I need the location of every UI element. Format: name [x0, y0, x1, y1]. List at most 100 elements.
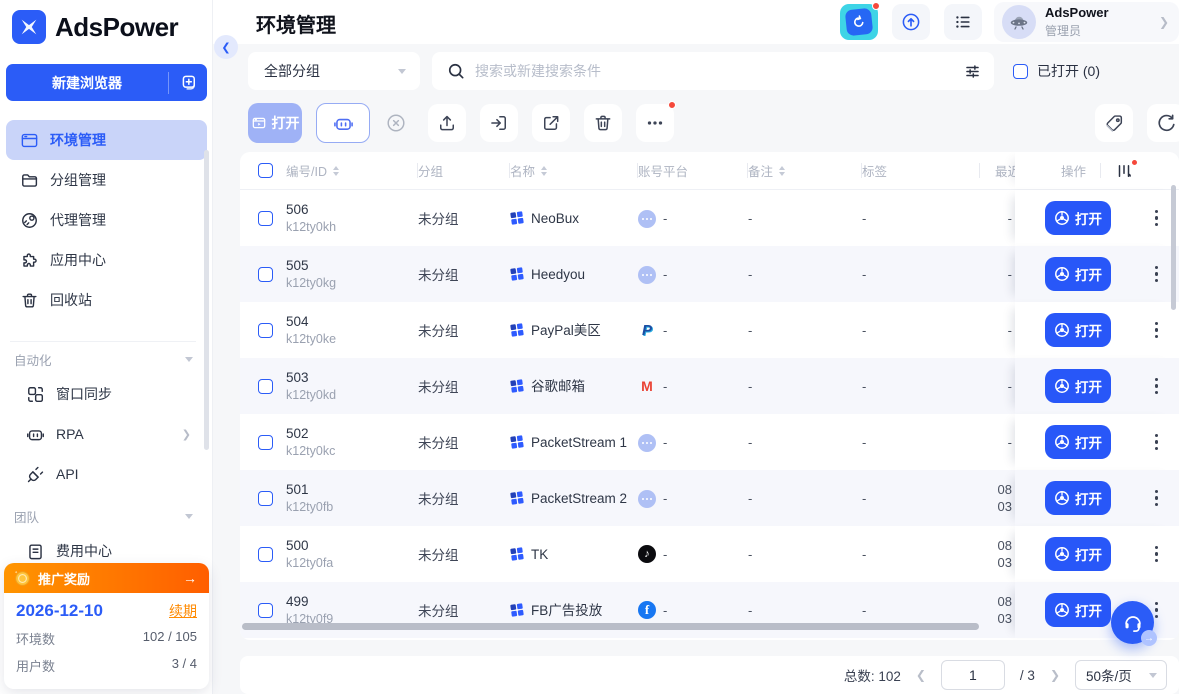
sidebar-item-label: 代理管理 — [50, 210, 106, 230]
cell-note: - — [748, 323, 862, 338]
facebook-icon: f — [638, 601, 656, 619]
row-checkbox[interactable] — [258, 547, 273, 562]
sidebar-item-groups[interactable]: 分组管理 — [6, 160, 207, 200]
sidebar-item-apps[interactable]: 应用中心 — [6, 240, 207, 280]
open-environment-button[interactable]: 打开 — [1045, 201, 1111, 235]
env-name: PacketStream 1 — [531, 434, 627, 451]
share-button[interactable] — [532, 104, 570, 142]
next-page-button[interactable]: ❯ — [1050, 668, 1060, 682]
plus-copy-icon[interactable] — [169, 73, 207, 93]
search-input[interactable] — [475, 63, 963, 79]
row-checkbox[interactable] — [258, 491, 273, 506]
sidebar-collapse-button[interactable]: ❮ — [214, 35, 238, 59]
task-list-button[interactable] — [944, 4, 982, 40]
select-all-checkbox[interactable] — [258, 163, 273, 178]
sort-icon[interactable] — [541, 166, 547, 176]
sync-button[interactable] — [892, 4, 930, 40]
sort-icon[interactable] — [779, 166, 785, 176]
env-number: 504 — [286, 314, 418, 329]
cell-group: 未分组 — [418, 432, 510, 452]
row-checkbox[interactable] — [258, 211, 273, 226]
table-row[interactable]: 501 k12ty0fb 未分组 PacketStream 2 - - - 08… — [240, 470, 1179, 526]
cell-action: 打开 — [1015, 190, 1179, 246]
sidebar-scrollbar[interactable] — [204, 150, 209, 450]
row-checkbox[interactable] — [258, 435, 273, 450]
open-environment-button[interactable]: 打开 — [1045, 537, 1111, 571]
sidebar-item-window-sync[interactable]: 窗口同步 — [6, 374, 207, 414]
opened-checkbox[interactable] — [1013, 64, 1028, 79]
page-input[interactable] — [941, 660, 1005, 690]
account-menu[interactable]: AdsPower 管理员 ❯ — [994, 2, 1179, 42]
table-row[interactable]: 506 k12ty0kh 未分组 NeoBux - - - - 打开 — [240, 190, 1179, 246]
upload-icon — [437, 113, 457, 133]
table-row[interactable]: 502 k12ty0kc 未分组 PacketStream 1 - - - - … — [240, 414, 1179, 470]
cell-tag: - — [862, 211, 980, 226]
row-checkbox[interactable] — [258, 379, 273, 394]
sidebar-item-proxies[interactable]: 代理管理 — [6, 200, 207, 240]
vertical-scrollbar[interactable] — [1171, 185, 1176, 310]
row-checkbox[interactable] — [258, 323, 273, 338]
quick-launch-button[interactable] — [840, 4, 878, 40]
open-environment-button[interactable]: 打开 — [1045, 313, 1111, 347]
section-label: 团队 — [14, 507, 39, 526]
table-row[interactable]: 500 k12ty0fa 未分组 TK ♪ - - - 08 03 打开 — [240, 526, 1179, 582]
export-upload-button[interactable] — [428, 104, 466, 142]
row-more-menu[interactable] — [1152, 207, 1162, 230]
filter-sliders-icon[interactable] — [963, 62, 982, 81]
refresh-button[interactable] — [1147, 104, 1179, 142]
page-size-value: 50条/页 — [1086, 665, 1132, 685]
delete-button[interactable] — [584, 104, 622, 142]
sidebar-item-api[interactable]: API — [6, 454, 207, 494]
prev-page-button[interactable]: ❮ — [916, 668, 926, 682]
horizontal-scrollbar[interactable] — [242, 623, 979, 630]
page-size-select[interactable]: 50条/页 — [1075, 660, 1167, 690]
open-environment-button[interactable]: 打开 — [1045, 257, 1111, 291]
table-row[interactable]: 503 k12ty0kd 未分组 谷歌邮箱 M - - - - 打开 — [240, 358, 1179, 414]
opened-label: 已打开 (0) — [1037, 61, 1100, 81]
trash-icon — [20, 291, 39, 310]
open-button-label: 打开 — [1075, 264, 1102, 284]
row-more-menu[interactable] — [1152, 319, 1162, 342]
open-environment-button[interactable]: 打开 — [1045, 425, 1111, 459]
sort-icon[interactable] — [333, 166, 339, 176]
row-checkbox[interactable] — [258, 603, 273, 618]
open-environment-button[interactable]: 打开 — [1045, 481, 1111, 515]
cell-name: NeoBux — [510, 210, 638, 227]
group-filter-select[interactable]: 全部分组 — [248, 52, 420, 90]
customer-support-button[interactable]: → — [1111, 601, 1154, 644]
search-icon — [446, 61, 466, 81]
close-all-button[interactable] — [377, 104, 415, 142]
new-browser-button[interactable]: 新建浏览器 — [6, 64, 207, 101]
column-settings-button[interactable] — [1115, 162, 1133, 180]
notification-dot — [872, 2, 880, 10]
row-more-menu[interactable] — [1152, 375, 1162, 398]
row-more-menu[interactable] — [1152, 263, 1162, 286]
import-button[interactable] — [480, 104, 518, 142]
column-header-id[interactable]: 编号/ID — [286, 163, 418, 178]
table-row[interactable]: 504 k12ty0ke 未分组 PayPal美区 P - - - - 打开 — [240, 302, 1179, 358]
row-checkbox[interactable] — [258, 267, 273, 282]
rpa-task-button[interactable] — [316, 103, 370, 143]
sidebar-item-environments[interactable]: 环境管理 — [6, 120, 207, 160]
sidebar-item-label: 回收站 — [50, 290, 92, 310]
coin-icon — [14, 570, 31, 587]
row-more-menu[interactable] — [1152, 487, 1162, 510]
row-more-menu[interactable] — [1152, 431, 1162, 454]
tags-button[interactable] — [1095, 104, 1133, 142]
open-environment-button[interactable]: 打开 — [1045, 369, 1111, 403]
column-header-name[interactable]: 名称 — [510, 163, 638, 178]
open-environment-button[interactable]: 打开 — [1045, 593, 1111, 627]
more-actions-button[interactable] — [636, 104, 674, 142]
env-number: 500 — [286, 538, 418, 553]
table-row[interactable]: 505 k12ty0kg 未分组 Heedyou - - - - 打开 — [240, 246, 1179, 302]
bulk-open-button[interactable]: 打开 — [248, 103, 302, 143]
sidebar-item-rpa[interactable]: RPA ❯ — [6, 414, 207, 454]
promo-banner[interactable]: 推广奖励 → — [4, 563, 209, 593]
column-header-note[interactable]: 备注 — [748, 163, 862, 178]
notification-dot — [668, 101, 676, 109]
section-team[interactable]: 团队 — [6, 507, 207, 525]
section-automation[interactable]: 自动化 — [6, 350, 207, 368]
sidebar-item-recycle-bin[interactable]: 回收站 — [6, 280, 207, 320]
renew-link[interactable]: 续期 — [169, 601, 197, 621]
row-more-menu[interactable] — [1152, 543, 1162, 566]
